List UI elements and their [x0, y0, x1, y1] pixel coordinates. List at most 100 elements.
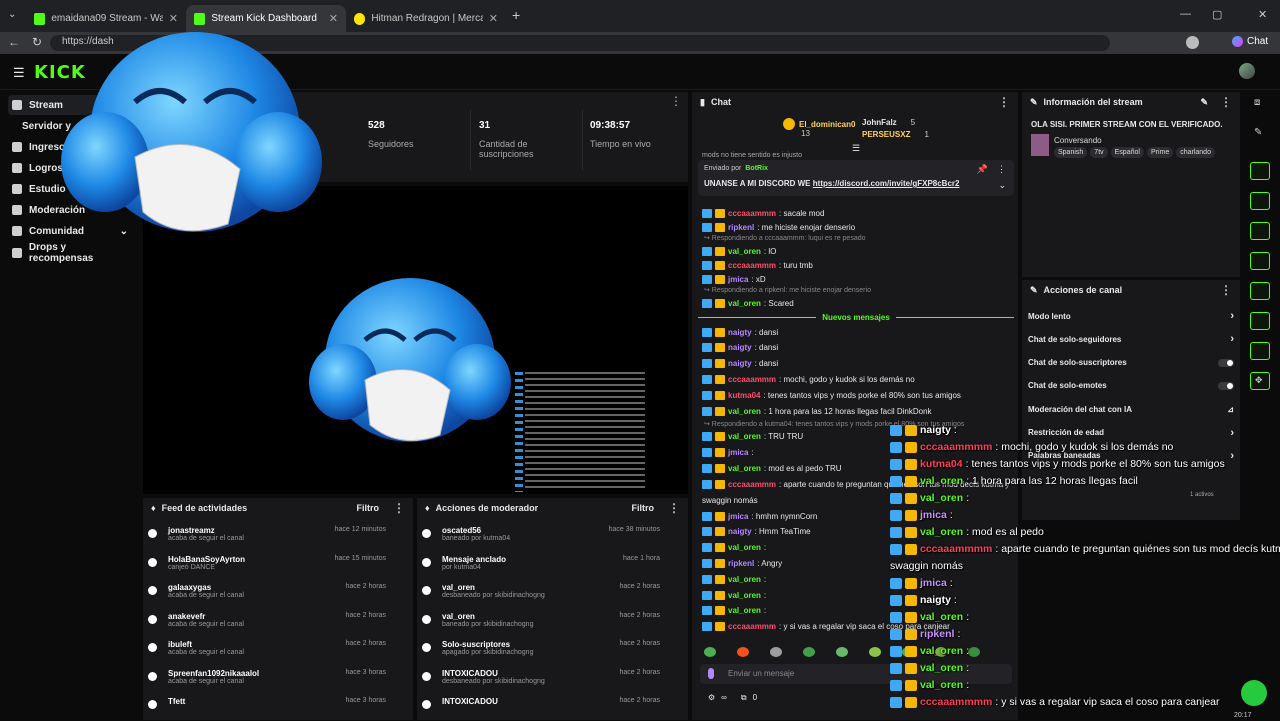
new-tab-icon[interactable]: + [512, 7, 520, 23]
quick-action-button[interactable] [1250, 192, 1270, 210]
emote-icon[interactable] [770, 647, 782, 657]
reload-icon[interactable]: ↻ [32, 35, 42, 49]
chat-username[interactable]: naigty [728, 343, 752, 352]
chat-message[interactable]: kutma04: tenes tantos vips y mods porke … [702, 388, 961, 402]
chat-message[interactable]: jmica: hmhm nymnCorn [702, 509, 817, 523]
chat-message[interactable]: naigty: dansi [702, 357, 778, 371]
chat-username[interactable]: naigty [728, 328, 752, 337]
chat-username[interactable]: val_oren [728, 407, 761, 416]
back-icon[interactable]: ← [8, 35, 20, 49]
chat-message[interactable]: jmica: [702, 446, 754, 460]
chat-message[interactable]: ripkenl: Angry [702, 556, 782, 570]
profile-icon[interactable] [1186, 36, 1199, 49]
quick-action-button[interactable] [1250, 312, 1270, 330]
window-close-icon[interactable]: ✕ [1258, 8, 1267, 21]
channel-action-item[interactable]: Chat de solo-suscriptores [1028, 356, 1234, 370]
chat-username[interactable]: ripkenl [728, 559, 754, 568]
chat-username[interactable]: val_oren [728, 591, 761, 600]
emote-icon[interactable] [704, 647, 716, 657]
feed-item[interactable]: HolaBanaSoyAyrton canjeó DANCE hace 15 min… [148, 555, 386, 579]
chat-message[interactable]: naigty: Hmm TeaTime [702, 525, 811, 539]
chat-bubble-button[interactable] [1241, 680, 1267, 706]
feed-item[interactable]: oscated56 baneado por kutma04 hace 38 minu… [422, 526, 660, 550]
edit-icon[interactable]: ✎ [1200, 97, 1208, 108]
chat-message[interactable]: val_oren: 1 hora para las 12 horas llega… [702, 404, 932, 418]
chevron-down-icon[interactable]: ⌄ [998, 180, 1006, 191]
stream-tag[interactable]: charlando [1176, 147, 1215, 158]
minimize-icon[interactable]: — [1180, 8, 1191, 20]
chat-message[interactable]: naigty: dansi [702, 341, 778, 355]
chat-message[interactable]: val_oren: [702, 541, 766, 555]
pinned-message[interactable]: Enviado por BotRix UNANSE A MI DISCORD WE… [698, 160, 1014, 196]
chat-username[interactable]: naigty [728, 527, 752, 536]
close-icon[interactable]: ✕ [489, 12, 498, 25]
pin-icon[interactable]: 📌 [977, 164, 988, 175]
channel-action-item[interactable]: Chat de solo-emotes [1028, 379, 1234, 393]
chat-message[interactable]: ripkenl: me hiciste enojar denserio [702, 220, 855, 234]
feed-item[interactable]: val_oren baneado por skibidinachogng hace … [422, 612, 660, 636]
tab-mercadolibre[interactable]: Hitman Redragon | MercadoLibre ✕ [346, 5, 506, 32]
more-options-icon[interactable]: ⋮ [997, 164, 1006, 175]
chat-username[interactable]: jmica [728, 512, 748, 521]
sidebar-item-drops[interactable]: Drops y recompensas [8, 242, 132, 264]
quick-action-button[interactable] [1250, 252, 1270, 270]
emote-icon[interactable] [803, 647, 815, 657]
more-options-icon[interactable]: ⋮ [1220, 95, 1232, 109]
quick-action-button[interactable] [1250, 342, 1270, 360]
chat-username[interactable]: val_oren [728, 247, 761, 256]
emote-icon[interactable] [869, 647, 881, 657]
hamburger-menu-icon[interactable]: ☰ [13, 65, 25, 81]
chat-username[interactable]: cccaaammm [728, 209, 776, 218]
feed-item[interactable]: jonastreamz acaba de seguir el canal hace … [148, 526, 386, 550]
toggle-switch[interactable] [1218, 381, 1234, 390]
feed-item[interactable]: Tfett hace 3 horas [148, 697, 386, 721]
chat-button[interactable]: Chat [1232, 36, 1268, 47]
collapse-icon[interactable]: ☰ [852, 143, 860, 154]
discord-link[interactable]: https://discord.com/invite/gFXP8cBcr2 [813, 179, 960, 188]
chat-message[interactable]: val_oren: Scared [702, 296, 794, 310]
more-options-icon[interactable]: ⋮ [1220, 283, 1232, 297]
chat-username[interactable]: cccaaammm [728, 622, 776, 631]
emote-icon[interactable] [968, 647, 980, 657]
chat-message[interactable]: val_oren: [702, 588, 766, 602]
more-options-icon[interactable]: ⋮ [670, 94, 682, 108]
move-icon[interactable]: ✥ [1255, 375, 1263, 386]
chat-message[interactable]: val_oren: [702, 604, 766, 618]
edit-icon[interactable]: ✎ [1254, 127, 1262, 138]
more-options-icon[interactable]: ⋮ [668, 501, 680, 515]
chat-message[interactable]: naigty: dansi [702, 325, 778, 339]
chat-username[interactable]: kutma04 [728, 391, 760, 400]
feed-item[interactable]: INTOXICADOU desbaneado por skibidinachogn… [422, 669, 660, 693]
chat-username[interactable]: cccaaammm [728, 480, 776, 489]
chat-message[interactable]: val_oren: [702, 572, 766, 586]
chat-username[interactable]: val_oren [728, 299, 761, 308]
chat-message[interactable]: val_oren: lO [702, 244, 776, 258]
quick-action-button[interactable] [1250, 282, 1270, 300]
feed-item[interactable]: Solo-suscriptores apagado por skibidinach… [422, 640, 660, 664]
chat-username[interactable]: val_oren [728, 432, 761, 441]
filter-button[interactable]: Filtro [632, 503, 655, 513]
quick-action-button[interactable] [1250, 222, 1270, 240]
feed-item[interactable]: INTOXICADOU hace 2 horas [422, 697, 660, 721]
toggle-switch[interactable] [1218, 358, 1234, 367]
stream-tag[interactable]: 7tv [1090, 147, 1108, 158]
emote-icon[interactable] [836, 647, 848, 657]
chat-username[interactable]: ripkenl [728, 223, 754, 232]
channel-action-item[interactable]: Chat de solo-seguidores › [1028, 332, 1234, 346]
filter-button[interactable]: Filtro [357, 503, 380, 513]
chat-message[interactable]: cccaaammm: sacale mod [702, 206, 824, 220]
chat-username[interactable]: val_oren [728, 606, 761, 615]
chat-message[interactable]: val_oren: TRU TRU [702, 430, 803, 444]
more-options-icon[interactable]: ⋮ [393, 501, 405, 515]
quick-action-button[interactable] [1250, 162, 1270, 180]
link-icon[interactable]: ∞ [721, 693, 727, 703]
chat-username[interactable]: naigty [728, 359, 752, 368]
chat-message[interactable]: swaggin nomás [702, 493, 758, 507]
chat-username[interactable]: jmica [728, 448, 748, 457]
feed-item[interactable]: anakevefr acaba de seguir el canal hace 2 … [148, 612, 386, 636]
feed-item[interactable]: ibuleft acaba de seguir el canal hace 2 ho… [148, 640, 386, 664]
emote-icon[interactable] [737, 647, 749, 657]
layout-icon[interactable]: ⧈ [1254, 97, 1260, 108]
channel-action-item[interactable]: Modo lento › [1028, 309, 1234, 323]
feed-item[interactable]: galaaxygas acaba de seguir el canal hace 2… [148, 583, 386, 607]
